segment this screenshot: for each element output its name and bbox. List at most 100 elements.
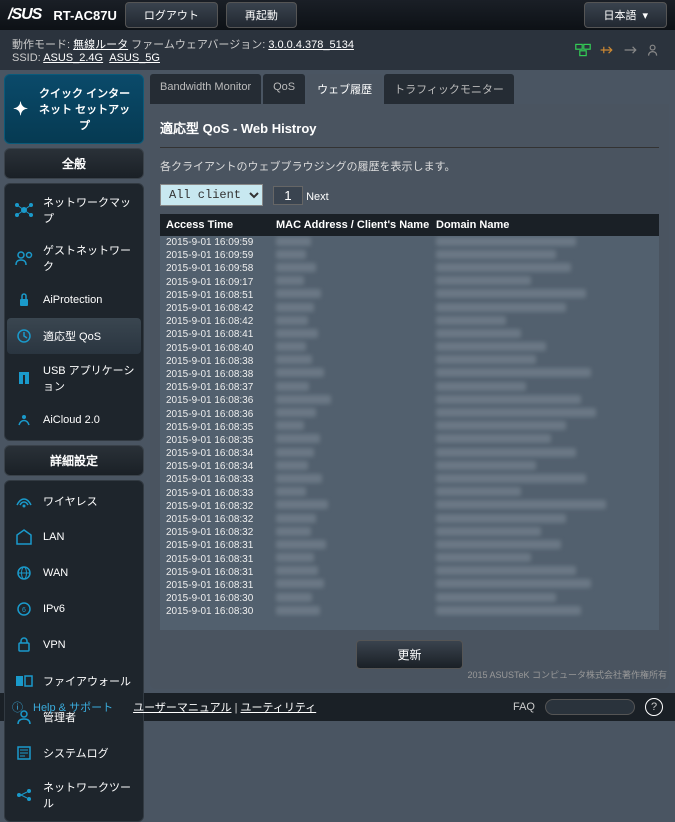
reboot-button[interactable]: 再起動	[226, 2, 297, 28]
nav-icon	[13, 410, 35, 430]
fw-label: ファームウェアバージョン:	[128, 39, 268, 51]
nav-システムログ[interactable]: システムログ	[7, 735, 141, 771]
nav-IPv6[interactable]: 6 IPv6	[7, 591, 141, 627]
client-select[interactable]: All client	[160, 184, 263, 206]
nav-ファイアウォール[interactable]: ファイアウォール	[7, 663, 141, 699]
table-row: 2015-9-01 16:08:31	[160, 553, 659, 566]
usb-icon[interactable]	[599, 43, 615, 57]
nav-label: 適応型 QoS	[43, 328, 101, 344]
ssid-label: SSID:	[12, 52, 43, 64]
qis-label: クイック インターネット セットアップ	[34, 85, 135, 133]
nav-icon	[13, 635, 35, 655]
logout-button[interactable]: ログアウト	[125, 2, 218, 28]
col-mac: MAC Address / Client's Name	[276, 219, 436, 231]
table-row: 2015-9-01 16:09:59	[160, 236, 659, 249]
nav-USB アプリケーション[interactable]: USB アプリケーション	[7, 354, 141, 402]
nav-WAN[interactable]: WAN	[7, 555, 141, 591]
nav-AiProtection[interactable]: AiProtection	[7, 282, 141, 318]
table-row: 2015-9-01 16:08:31	[160, 579, 659, 592]
nav-ネットワークツール[interactable]: ネットワークツール	[7, 771, 141, 819]
page-title: 適応型 QoS - Web Histroy	[160, 114, 659, 148]
col-domain: Domain Name	[436, 219, 653, 231]
col-time: Access Time	[166, 219, 276, 231]
table-row: 2015-9-01 16:08:30	[160, 592, 659, 605]
nav-label: WAN	[43, 567, 68, 579]
table-row: 2015-9-01 16:08:36	[160, 407, 659, 420]
nav-label: USB アプリケーション	[43, 362, 135, 394]
nav-label: ファイアウォール	[43, 673, 131, 689]
next-link[interactable]: Next	[306, 191, 329, 203]
brand-logo: /SUS	[8, 6, 41, 24]
nav-icon	[13, 368, 35, 388]
tab-3[interactable]: トラフィックモニター	[384, 74, 514, 104]
clients-icon[interactable]	[575, 43, 591, 57]
qis-button[interactable]: ✦クイック インターネット セットアップ	[4, 74, 144, 144]
tab-1[interactable]: QoS	[263, 74, 305, 104]
page-desc: 各クライアントのウェブブラウジングの履歴を表示します。	[160, 158, 659, 174]
ssid2-link[interactable]: ASUS_5G	[109, 52, 160, 64]
table-row: 2015-9-01 16:08:31	[160, 539, 659, 552]
table-row: 2015-9-01 16:08:34	[160, 460, 659, 473]
faq-label: FAQ	[513, 701, 535, 713]
table-row: 2015-9-01 16:09:17	[160, 276, 659, 289]
nav-icon	[13, 491, 35, 511]
update-button[interactable]: 更新	[356, 640, 462, 669]
nav-icon	[13, 248, 35, 268]
table-row: 2015-9-01 16:08:34	[160, 447, 659, 460]
table-row: 2015-9-01 16:08:36	[160, 394, 659, 407]
nav-AiCloud 2.0[interactable]: AiCloud 2.0	[7, 402, 141, 438]
table-row: 2015-9-01 16:08:32	[160, 513, 659, 526]
mode-link[interactable]: 無線ルータ	[73, 39, 128, 51]
table-header: Access Time MAC Address / Client's Name …	[160, 214, 659, 236]
group-general: 全般	[4, 148, 144, 179]
nav-icon	[13, 290, 35, 310]
table-row: 2015-9-01 16:08:35	[160, 421, 659, 434]
table-row: 2015-9-01 16:08:30	[160, 605, 659, 618]
nav-VPN[interactable]: VPN	[7, 627, 141, 663]
nav-label: VPN	[43, 639, 66, 651]
nav-label: システムログ	[43, 745, 109, 761]
tab-0[interactable]: Bandwidth Monitor	[150, 74, 261, 104]
group-advanced: 詳細設定	[4, 445, 144, 476]
utility-link[interactable]: ユーティリティ	[241, 702, 317, 714]
nav-icon: 6	[13, 599, 35, 619]
mode-label: 動作モード:	[12, 39, 73, 51]
page-input[interactable]	[273, 186, 303, 205]
language-select[interactable]: 日本語▾	[584, 2, 667, 28]
table-row: 2015-9-01 16:08:41	[160, 328, 659, 341]
table-row: 2015-9-01 16:08:42	[160, 315, 659, 328]
table-row: 2015-9-01 16:08:31	[160, 566, 659, 579]
nav-icon	[13, 671, 35, 691]
guest-icon[interactable]	[647, 43, 663, 57]
model-name: RT-AC87U	[53, 8, 117, 23]
nav-label: AiProtection	[43, 294, 102, 306]
fw-link[interactable]: 3.0.0.4.378_5134	[268, 39, 354, 51]
nav-icon	[13, 527, 35, 547]
nav-label: ネットワークマップ	[43, 194, 135, 226]
chevron-down-icon: ▾	[642, 9, 648, 22]
usb2-icon[interactable]	[623, 43, 639, 57]
table-row: 2015-9-01 16:08:32	[160, 526, 659, 539]
ssid1-link[interactable]: ASUS_2.4G	[43, 52, 103, 64]
nav-icon	[13, 200, 35, 220]
nav-label: IPv6	[43, 603, 65, 615]
tab-2[interactable]: ウェブ履歴	[307, 74, 382, 104]
table-row: 2015-9-01 16:09:59	[160, 249, 659, 262]
table-row: 2015-9-01 16:08:32	[160, 500, 659, 513]
nav-icon	[13, 326, 35, 346]
nav-適応型 QoS[interactable]: 適応型 QoS	[7, 318, 141, 354]
table-row: 2015-9-01 16:08:38	[160, 355, 659, 368]
nav-ゲストネットワーク[interactable]: ゲストネットワーク	[7, 234, 141, 282]
nav-label: ネットワークツール	[43, 779, 135, 811]
manual-link[interactable]: ユーザーマニュアル	[133, 702, 231, 714]
nav-icon	[13, 785, 35, 805]
nav-label: ゲストネットワーク	[43, 242, 135, 274]
table-row: 2015-9-01 16:08:42	[160, 302, 659, 315]
nav-ネットワークマップ[interactable]: ネットワークマップ	[7, 186, 141, 234]
table-row: 2015-9-01 16:09:58	[160, 262, 659, 275]
nav-LAN[interactable]: LAN	[7, 519, 141, 555]
help-icon-link[interactable]: ?	[645, 698, 663, 716]
table-row: 2015-9-01 16:08:33	[160, 473, 659, 486]
nav-ワイヤレス[interactable]: ワイヤレス	[7, 483, 141, 519]
table-row: 2015-9-01 16:08:40	[160, 342, 659, 355]
